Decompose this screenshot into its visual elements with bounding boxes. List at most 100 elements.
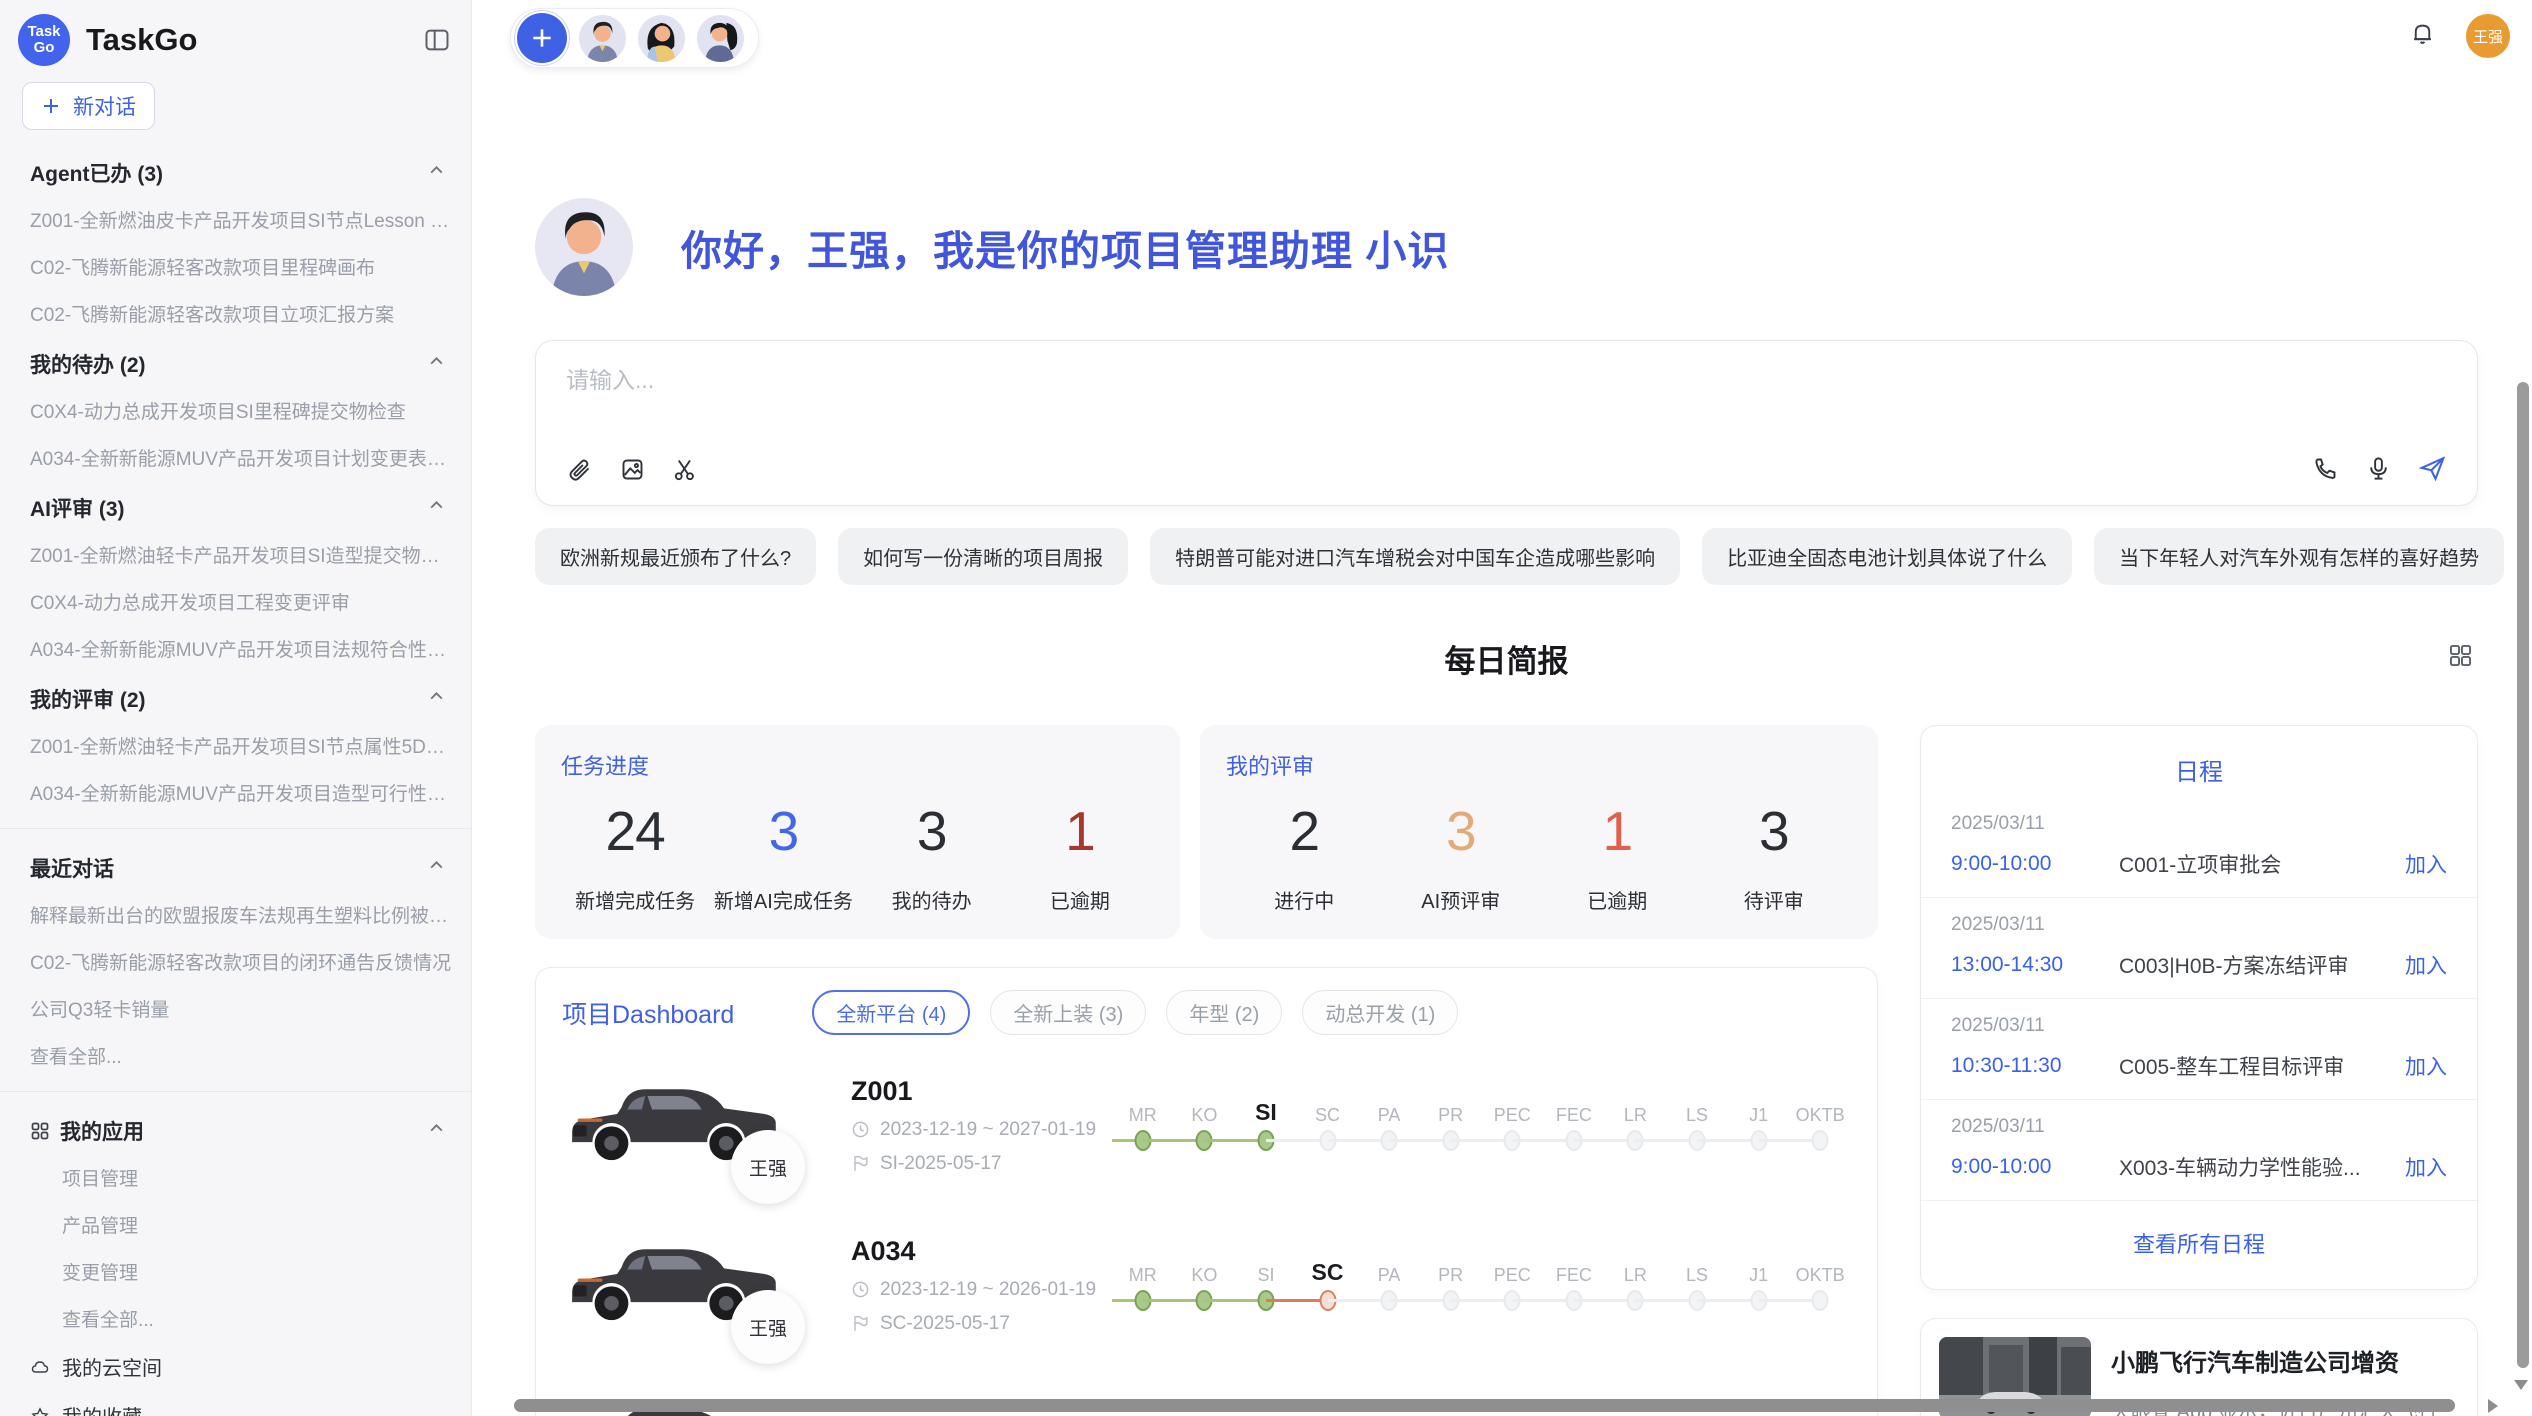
sidebar-item[interactable]: C02-飞腾新能源轻客改款项目里程碑画布 <box>0 243 471 290</box>
join-link[interactable]: 加入 <box>2405 1051 2447 1081</box>
recent-chat-item[interactable]: 解释最新出台的欧盟报废车法规再生塑料比例被调至15%... <box>0 891 471 938</box>
group-my-todo[interactable]: 我的待办 (2) <box>0 337 471 387</box>
sidebar-item-favorites[interactable]: 我的收藏 <box>0 1391 471 1416</box>
schedule-item: 2025/03/11 10:30-11:30 C005-整车工程目标评审 加入 <box>1921 999 2477 1100</box>
group-my-apps[interactable]: 我的应用 <box>0 1104 471 1154</box>
milestone-label: PA <box>1358 1105 1420 1126</box>
milestone-label: J1 <box>1728 1265 1790 1286</box>
dashboard-filters: 全新平台 (4) 全新上装 (3) 年型 (2) 动总开发 (1) <box>812 990 1458 1035</box>
sidebar-item[interactable]: Z001-全新燃油轻卡产品开发项目SI节点属性5D文件评审 <box>0 722 471 769</box>
sidebar-item[interactable]: C0X4-动力总成开发项目工程变更评审 <box>0 578 471 625</box>
view-all-schedule-link[interactable]: 查看所有日程 <box>1921 1201 2477 1259</box>
layout-grid-icon[interactable] <box>2447 642 2474 674</box>
stat-overdue: 1 已逾期 <box>1539 799 1696 914</box>
chevron-up-icon[interactable] <box>428 496 445 520</box>
suggestion-chip[interactable]: 当下年轻人对汽车外观有怎样的喜好趋势 <box>2094 528 2504 585</box>
milestone-dot <box>1196 1130 1213 1151</box>
my-review-card: 我的评审 2 进行中 3 AI预评审 <box>1200 725 1878 939</box>
schedule-item: 2025/03/11 13:00-14:30 C003|H0B-方案冻结评审 加… <box>1921 898 2477 999</box>
chevron-up-icon[interactable] <box>428 1119 445 1143</box>
milestone-label: KO <box>1174 1105 1236 1126</box>
app-item-project-mgmt[interactable]: 项目管理 <box>0 1154 471 1201</box>
new-chat-button[interactable]: 新对话 <box>22 82 155 130</box>
schedule-time: 13:00-14:30 <box>1951 953 2119 977</box>
sidebar-item[interactable]: C0X4-动力总成开发项目SI里程碑提交物检查 <box>0 387 471 434</box>
schedule-date: 2025/03/11 <box>1951 813 2447 835</box>
milestone-timeline: MR KO SI SC PA PR PEC FEC LR LS J1 <box>1112 1080 1851 1170</box>
schedule-name: C005-整车工程目标评审 <box>2119 1051 2391 1081</box>
filter-year-model[interactable]: 年型 (2) <box>1166 990 1282 1035</box>
suggestion-chip[interactable]: 比亚迪全固态电池计划具体说了什么 <box>1702 528 2072 585</box>
sidebar: Task Go TaskGo 新对话 Agent已办 (3) Z001-全新燃油… <box>0 0 472 1416</box>
project-info: A034 2023-12-19 ~ 2026-01-19 SC-2025-05-… <box>851 1236 1106 1335</box>
schedule-name: C003|H0B-方案冻结评审 <box>2119 950 2391 980</box>
chevron-up-icon[interactable] <box>428 856 445 880</box>
join-link[interactable]: 加入 <box>2405 950 2447 980</box>
suggestion-chip[interactable]: 如何写一份清晰的项目周报 <box>838 528 1128 585</box>
scroll-down-arrow[interactable] <box>2514 1380 2528 1390</box>
apps-more-link[interactable]: 查看全部... <box>0 1295 471 1342</box>
filter-new-body[interactable]: 全新上装 (3) <box>990 990 1146 1035</box>
collapse-sidebar-icon[interactable] <box>423 26 451 54</box>
stat-value: 1 <box>1539 799 1696 863</box>
filter-new-platform[interactable]: 全新平台 (4) <box>812 990 970 1035</box>
sidebar-item[interactable]: Z001-全新燃油皮卡产品开发项目SI节点Lesson Learn报告 <box>0 196 471 243</box>
sidebar-item[interactable]: Z001-全新燃油轻卡产品开发项目SI造型提交物评审 <box>0 531 471 578</box>
chat-input[interactable] <box>566 367 2447 394</box>
milestone-flag: SC-2025-05-17 <box>880 1313 1010 1335</box>
phone-icon[interactable] <box>2312 455 2339 482</box>
image-icon[interactable] <box>619 456 646 483</box>
attachment-icon[interactable] <box>566 456 593 483</box>
group-agent-done[interactable]: Agent已办 (3) <box>0 146 471 196</box>
date-range: 2023-12-19 ~ 2026-01-19 <box>880 1279 1096 1301</box>
join-link[interactable]: 加入 <box>2405 849 2447 879</box>
stat-value: 3 <box>709 799 857 863</box>
group-my-review[interactable]: 我的评审 (2) <box>0 672 471 722</box>
app-item-product-mgmt[interactable]: 产品管理 <box>0 1201 471 1248</box>
owner-badge: 王强 <box>731 1290 805 1364</box>
sidebar-item[interactable]: A034-全新新能源MUV产品开发项目造型可行性评审 <box>0 769 471 816</box>
recent-more-link[interactable]: 查看全部... <box>0 1032 471 1079</box>
sidebar-item[interactable]: A034-全新新能源MUV产品开发项目法规符合性评审 <box>0 625 471 672</box>
card-title: 任务进度 <box>561 749 1154 781</box>
milestone-dot <box>1812 1290 1829 1311</box>
project-flag: SC-2025-05-17 <box>851 1313 1106 1335</box>
stat-value: 2 <box>1226 799 1383 863</box>
schedule-title: 日程 <box>1921 726 2477 797</box>
scroll-right-arrow[interactable] <box>2488 1399 2498 1413</box>
send-icon[interactable] <box>2418 454 2447 483</box>
stat-in-progress: 2 进行中 <box>1226 799 1383 914</box>
dashboard-title: 项目Dashboard <box>562 995 734 1031</box>
scissors-icon[interactable] <box>672 456 699 483</box>
recent-chat-item[interactable]: C02-飞腾新能源轻客改款项目的闭环通告反馈情况 <box>0 938 471 985</box>
join-link[interactable]: 加入 <box>2405 1152 2447 1182</box>
recent-chat-item[interactable]: 公司Q3轻卡销量 <box>0 985 471 1032</box>
stat-value: 3 <box>1696 799 1853 863</box>
horizontal-scrollbar[interactable] <box>514 1399 2455 1412</box>
milestone-label: PEC <box>1481 1265 1543 1286</box>
vertical-scrollbar[interactable] <box>2517 382 2529 1368</box>
apps-grid-icon <box>30 1121 50 1141</box>
sidebar-item-cloud-space[interactable]: 我的云空间 <box>0 1342 471 1391</box>
stat-label: 新增完成任务 <box>561 885 709 914</box>
stat-overdue: 1 已逾期 <box>1006 799 1154 914</box>
project-code: A034 <box>851 1236 1106 1267</box>
sidebar-item[interactable]: A034-全新新能源MUV产品开发项目计划变更表编写 <box>0 434 471 481</box>
suggestion-chip[interactable]: 欧洲新规最近颁布了什么? <box>535 528 816 585</box>
group-recent-chats[interactable]: 最近对话 <box>0 841 471 891</box>
filter-powertrain[interactable]: 动总开发 (1) <box>1302 990 1458 1035</box>
chevron-up-icon[interactable] <box>428 161 445 185</box>
project-row-z001[interactable]: 王强 Z001 2023-12-19 ~ 2027-01-19 <box>536 1045 1877 1205</box>
group-title: 我的应用 <box>60 1116 144 1146</box>
microphone-icon[interactable] <box>2365 455 2392 482</box>
flag-icon <box>851 1314 870 1333</box>
app-item-change-mgmt[interactable]: 变更管理 <box>0 1248 471 1295</box>
group-ai-review[interactable]: AI评审 (3) <box>0 481 471 531</box>
chevron-up-icon[interactable] <box>428 352 445 376</box>
milestone-dot <box>1319 1290 1336 1311</box>
chevron-up-icon[interactable] <box>428 687 445 711</box>
milestone-dot <box>1196 1290 1213 1311</box>
sidebar-item[interactable]: C02-飞腾新能源轻客改款项目立项汇报方案 <box>0 290 471 337</box>
project-row-a034[interactable]: 王强 A034 2023-12-19 ~ 2026-01-19 <box>536 1205 1877 1365</box>
suggestion-chip[interactable]: 特朗普可能对进口汽车增税会对中国车企造成哪些影响 <box>1150 528 1680 585</box>
